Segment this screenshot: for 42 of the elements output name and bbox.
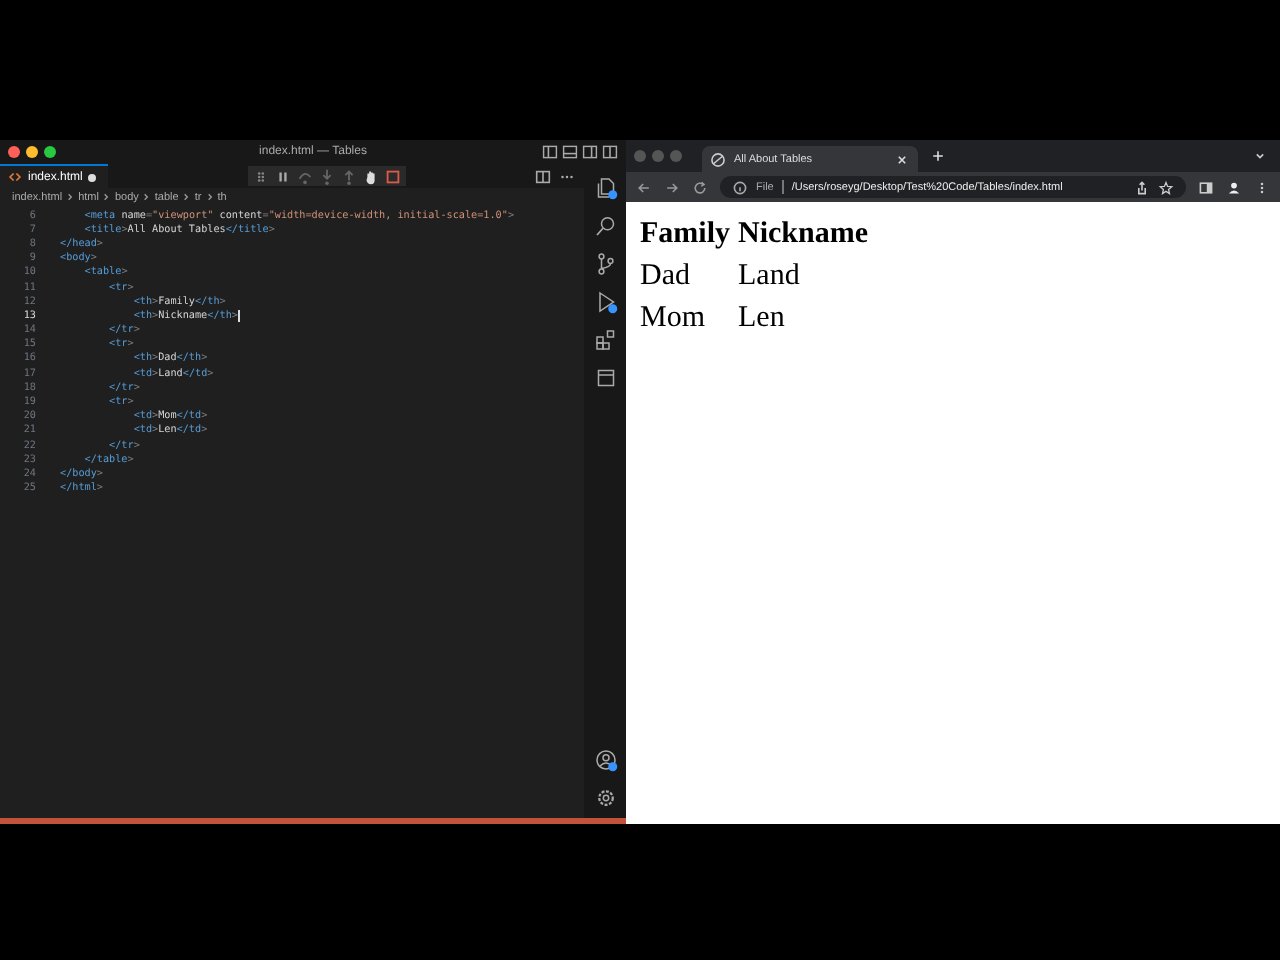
- hand-icon[interactable]: [362, 167, 381, 185]
- table-cell-text: Mom: [638, 300, 708, 338]
- run-debug-icon[interactable]: [593, 290, 617, 314]
- chevron-icon: [102, 190, 111, 204]
- pause-icon[interactable]: [274, 167, 293, 185]
- table-cell-text: Land: [736, 258, 802, 296]
- chevron-icon: [66, 190, 75, 204]
- reload-icon[interactable]: [692, 179, 708, 195]
- maximize-window-button[interactable]: [44, 146, 56, 158]
- stop-icon[interactable]: [384, 167, 403, 185]
- step-into-icon[interactable]: [318, 167, 337, 185]
- chevron-icon: [142, 190, 151, 204]
- close-tab-icon[interactable]: [894, 151, 910, 167]
- code-file-icon: [8, 170, 22, 184]
- panel-icon[interactable]: [593, 366, 617, 390]
- back-icon[interactable]: [636, 179, 652, 195]
- table-header: Family: [638, 216, 732, 254]
- side-panel-icon[interactable]: [1198, 179, 1214, 195]
- branch-icon[interactable]: [593, 252, 617, 276]
- close-window-button[interactable]: [8, 146, 20, 158]
- search-icon[interactable]: [593, 214, 617, 238]
- profile-icon[interactable]: [1226, 179, 1242, 195]
- star-icon[interactable]: [1158, 179, 1174, 195]
- table-cell-text: Dad: [638, 258, 692, 296]
- layout-icon[interactable]: [542, 144, 558, 160]
- account-icon[interactable]: [593, 748, 617, 772]
- layout-icon[interactable]: [602, 144, 618, 160]
- table-cell-text: Len: [736, 300, 787, 338]
- table-header: Nickname: [736, 216, 870, 254]
- minimize-window-button[interactable]: [26, 146, 38, 158]
- share-icon[interactable]: [1134, 179, 1150, 195]
- files-icon[interactable]: [593, 176, 617, 200]
- extensions-icon[interactable]: [593, 328, 617, 352]
- new-tab-icon[interactable]: [930, 148, 946, 164]
- layout-icon[interactable]: [582, 144, 598, 160]
- settings-icon[interactable]: [593, 786, 617, 810]
- layout-icon[interactable]: [562, 144, 578, 160]
- chevron-down-icon[interactable]: [1252, 148, 1268, 164]
- text-cursor: [238, 309, 240, 322]
- forward-icon[interactable]: [664, 179, 680, 195]
- split-editor-icon[interactable]: [534, 167, 552, 185]
- info-icon: [732, 179, 748, 195]
